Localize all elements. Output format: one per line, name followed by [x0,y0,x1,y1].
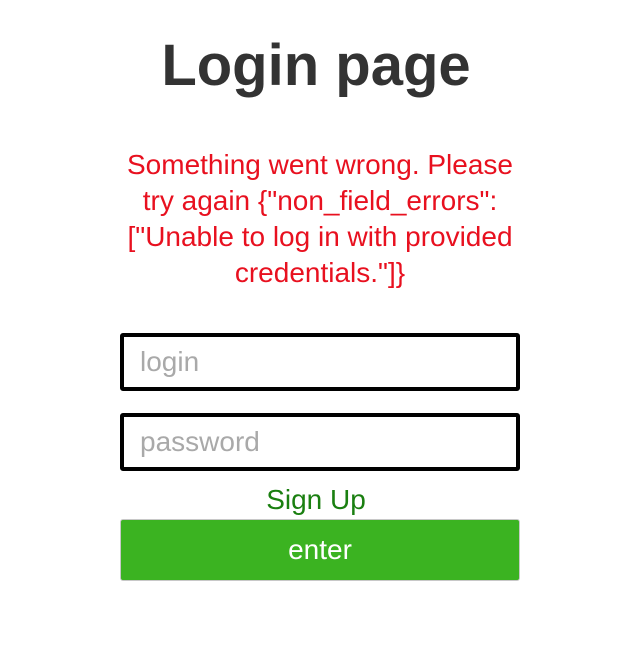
error-message: Something went wrong. Please try again {… [127,149,513,288]
login-input[interactable] [120,333,520,391]
sign-up-link[interactable]: Sign Up [0,481,632,519]
page-title: Login page [161,33,471,98]
enter-button[interactable]: enter [120,519,520,581]
login-page: Login page Something went wrong. Please … [0,0,632,658]
password-input[interactable] [120,413,520,471]
